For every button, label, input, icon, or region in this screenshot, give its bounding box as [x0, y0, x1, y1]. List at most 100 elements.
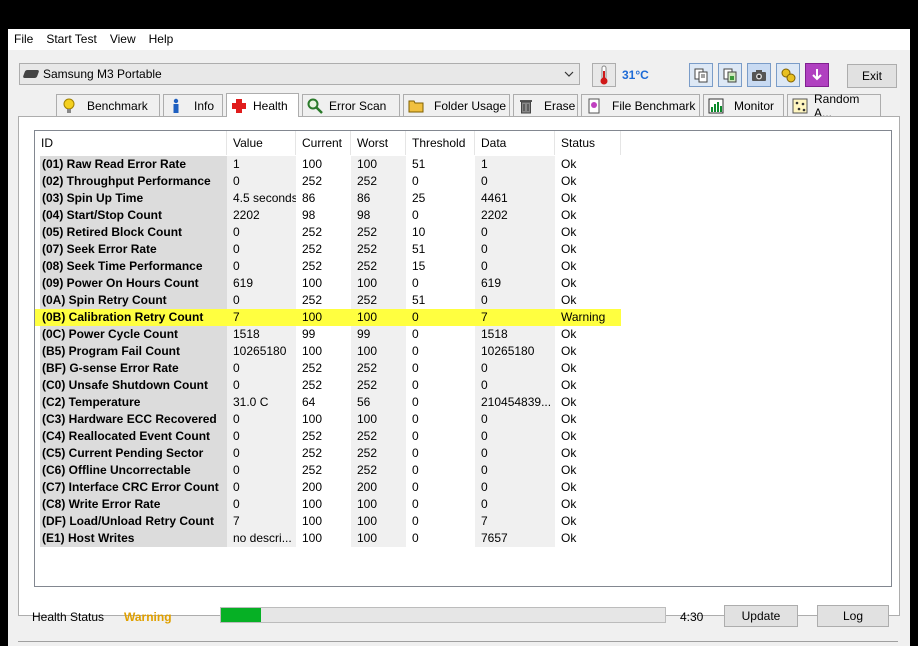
smart-table[interactable]: ID Value Current Worst Threshold Data St… [34, 130, 892, 587]
cell-worst: 252 [351, 258, 406, 275]
cell-value: 7 [227, 309, 296, 326]
health-cross-icon [231, 98, 247, 114]
cell-data: 0 [475, 496, 555, 513]
table-row[interactable]: (04) Start/Stop Count 2202 98 98 0 2202 Ok [35, 207, 891, 224]
column-header-status[interactable]: Status [555, 131, 621, 155]
cell-status: Warning [561, 310, 606, 324]
cell-id: (C0) Unsafe Shutdown Count [40, 377, 227, 394]
tab-health[interactable]: Health [226, 93, 299, 117]
column-header-data[interactable]: Data [475, 131, 555, 155]
options-icon[interactable] [776, 63, 800, 87]
random-access-icon [792, 98, 808, 114]
download-arrow-icon[interactable] [805, 63, 829, 87]
tab-file-benchmark[interactable]: File Benchmark [581, 94, 700, 116]
copy-text-icon[interactable] [689, 63, 713, 87]
menu-start-test[interactable]: Start Test [46, 29, 103, 50]
cell-threshold: 0 [412, 446, 419, 460]
update-button[interactable]: Update [724, 605, 798, 627]
cell-data: 7 [475, 513, 555, 530]
table-row[interactable]: (02) Throughput Performance 0 252 252 0 0 Ok [35, 173, 891, 190]
column-header-value[interactable]: Value [227, 131, 296, 155]
cell-current: 98 [302, 208, 316, 222]
exit-button[interactable]: Exit [847, 64, 897, 88]
table-row[interactable]: (DF) Load/Unload Retry Count 7 100 100 0 7 Ok [35, 513, 891, 530]
copy-image-icon[interactable] [718, 63, 742, 87]
menu-help[interactable]: Help [149, 29, 181, 50]
cell-value: 0 [227, 377, 296, 394]
cell-threshold: 0 [412, 174, 419, 188]
drive-label: Samsung M3 Portable [43, 67, 162, 81]
cell-threshold: 0 [412, 344, 419, 358]
cell-status: Ok [561, 378, 577, 392]
cell-value: 4.5 seconds [227, 190, 296, 207]
table-row[interactable]: (C2) Temperature 31.0 C 64 56 0 210454839... O… [35, 394, 891, 411]
temperature-readout: 31°C [622, 68, 649, 82]
app-window: File Start Test View Help Samsung M3 Por… [8, 29, 910, 646]
table-row[interactable]: (09) Power On Hours Count 619 100 100 0 619 Ok [35, 275, 891, 292]
log-button[interactable]: Log [817, 605, 889, 627]
tab-random-access[interactable]: Random A... [787, 92, 881, 120]
drive-select[interactable]: Samsung M3 Portable [19, 63, 580, 85]
cell-current: 252 [302, 429, 323, 443]
cell-worst: 252 [351, 241, 406, 258]
tab-erase[interactable]: Erase [513, 94, 578, 116]
cell-current: 100 [302, 276, 323, 290]
table-row[interactable]: (C8) Write Error Rate 0 100 100 0 0 Ok [35, 496, 891, 513]
table-row[interactable]: (C3) Hardware ECC Recovered 0 100 100 0 0 Ok [35, 411, 891, 428]
table-row[interactable]: (07) Seek Error Rate 0 252 252 51 0 Ok [35, 241, 891, 258]
cell-threshold: 0 [412, 497, 419, 511]
cell-worst: 100 [351, 411, 406, 428]
column-header-threshold[interactable]: Threshold [406, 131, 475, 155]
cell-threshold: 0 [412, 310, 419, 324]
tab-bar: Benchmark Info Health Error Scan Folder … [18, 92, 898, 120]
cell-worst: 100 [351, 530, 406, 547]
table-row[interactable]: (05) Retired Block Count 0 252 252 10 0 Ok [35, 224, 891, 241]
cell-value: 0 [227, 224, 296, 241]
cell-data: 7657 [475, 530, 555, 547]
cell-data: 0 [475, 462, 555, 479]
cell-threshold: 51 [412, 293, 426, 307]
cell-worst: 99 [351, 326, 406, 343]
chevron-down-icon[interactable] [559, 64, 579, 84]
cell-current: 252 [302, 174, 323, 188]
table-row[interactable]: (B5) Program Fail Count 10265180 100 100 0 10… [35, 343, 891, 360]
column-header-id[interactable]: ID [35, 131, 227, 155]
cell-status: Ok [561, 157, 577, 171]
tab-benchmark[interactable]: Benchmark [56, 94, 160, 116]
cell-value: 0 [227, 360, 296, 377]
cell-threshold: 0 [412, 429, 419, 443]
health-status-label: Health Status [32, 610, 105, 624]
table-row[interactable]: (0A) Spin Retry Count 0 252 252 51 0 Ok [35, 292, 891, 309]
cell-id: (C5) Current Pending Sector [40, 445, 227, 462]
cell-worst: 252 [351, 428, 406, 445]
table-row[interactable]: (C7) Interface CRC Error Count 0 200 200 0 0 O… [35, 479, 891, 496]
table-row[interactable]: (0C) Power Cycle Count 1518 99 99 0 1518 Ok [35, 326, 891, 343]
camera-icon[interactable] [747, 63, 771, 87]
cell-current: 100 [302, 344, 323, 358]
tab-error-scan[interactable]: Error Scan [302, 94, 400, 116]
table-row[interactable]: (C4) Reallocated Event Count 0 252 252 0 0 Ok [35, 428, 891, 445]
table-row[interactable]: (C0) Unsafe Shutdown Count 0 252 252 0 0 Ok [35, 377, 891, 394]
table-row[interactable]: (08) Seek Time Performance 0 252 252 15 0 Ok [35, 258, 891, 275]
cell-threshold: 0 [412, 514, 419, 528]
table-row[interactable]: (0B) Calibration Retry Count 7 100 100 0 7 War… [35, 309, 621, 326]
table-row[interactable]: (BF) G-sense Error Rate 0 252 252 0 0 Ok [35, 360, 891, 377]
menu-file[interactable]: File [14, 29, 40, 50]
menu-view[interactable]: View [110, 29, 143, 50]
cell-data: 1 [475, 156, 555, 173]
cell-current: 64 [302, 395, 316, 409]
tab-folder-usage[interactable]: Folder Usage [403, 94, 510, 116]
table-row[interactable]: (03) Spin Up Time 4.5 seconds 86 86 25 4461 Ok [35, 190, 891, 207]
menu-bar: File Start Test View Help [8, 29, 910, 50]
table-row[interactable]: (E1) Host Writes no descri... 100 100 0 7657 O… [35, 530, 891, 547]
cell-id: (05) Retired Block Count [40, 224, 227, 241]
cell-worst: 100 [351, 343, 406, 360]
tab-info[interactable]: Info [163, 94, 223, 116]
thermometer-icon[interactable] [592, 63, 616, 87]
table-row[interactable]: (C5) Current Pending Sector 0 252 252 0 0 Ok [35, 445, 891, 462]
column-header-current[interactable]: Current [296, 131, 351, 155]
table-row[interactable]: (C6) Offline Uncorrectable 0 252 252 0 0 Ok [35, 462, 891, 479]
tab-monitor[interactable]: Monitor [703, 94, 784, 116]
column-header-worst[interactable]: Worst [351, 131, 406, 155]
table-row[interactable]: (01) Raw Read Error Rate 1 100 100 51 1 Ok [35, 156, 891, 173]
